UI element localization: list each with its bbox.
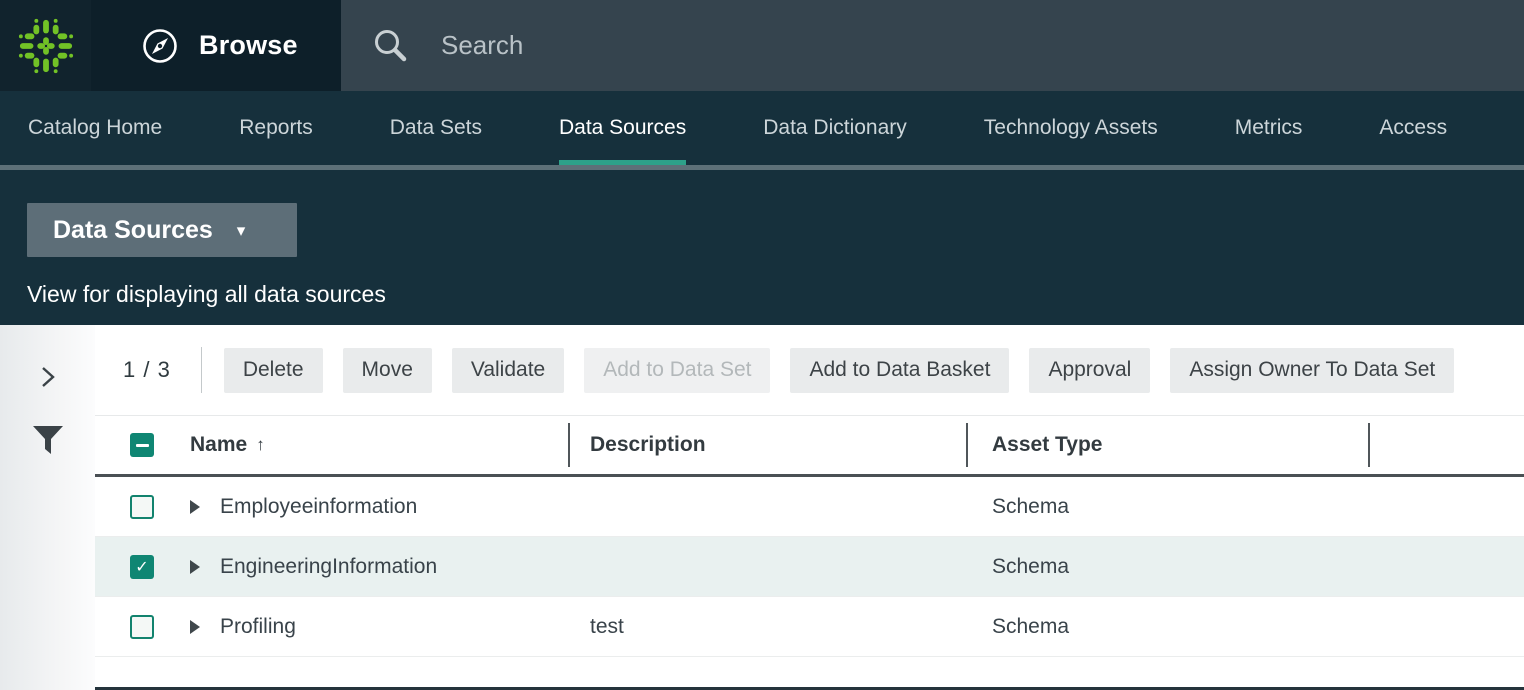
table-row[interactable]: ✓ EngineeringInformation Schema — [95, 537, 1524, 597]
column-header-extra — [1368, 416, 1524, 474]
row-asset-type: Schema — [966, 555, 1368, 579]
filter-funnel-icon — [31, 424, 65, 458]
row-checkbox[interactable] — [130, 495, 154, 519]
nav-tab-access[interactable]: Access — [1379, 91, 1447, 165]
sidebar-expand-button[interactable] — [28, 357, 68, 397]
table-row[interactable]: Employeeinformation Schema — [95, 477, 1524, 537]
erwin-logo-icon — [17, 17, 75, 75]
expand-caret-icon[interactable] — [190, 560, 200, 574]
add-to-data-basket-button[interactable]: Add to Data Basket — [790, 348, 1009, 393]
checkmark-icon: ✓ — [135, 557, 148, 577]
column-header-description[interactable]: Description — [590, 433, 706, 457]
move-button[interactable]: Move — [343, 348, 432, 393]
nav-tab-technology-assets[interactable]: Technology Assets — [984, 91, 1158, 165]
browse-label: Browse — [199, 30, 298, 61]
search-input[interactable] — [441, 30, 1041, 61]
global-search — [341, 0, 1524, 91]
view-selector-label: Data Sources — [53, 216, 213, 245]
pagination-indicator: 1 / 3 — [123, 357, 171, 383]
search-icon — [371, 26, 411, 66]
select-all-checkbox[interactable] — [130, 433, 154, 457]
catalog-nav: Catalog Home Reports Data Sets Data Sour… — [0, 91, 1524, 165]
view-description: View for displaying all data sources — [27, 281, 1524, 308]
filter-sidebar — [0, 325, 95, 690]
row-checkbox[interactable]: ✓ — [130, 555, 154, 579]
row-name-link[interactable]: Profiling — [220, 615, 296, 639]
row-checkbox[interactable] — [130, 615, 154, 639]
nav-tab-metrics[interactable]: Metrics — [1235, 91, 1303, 165]
column-header-asset-type[interactable]: Asset Type — [992, 433, 1103, 457]
chevron-right-icon — [35, 364, 61, 390]
toolbar-divider — [201, 347, 202, 393]
nav-tab-data-sets[interactable]: Data Sets — [390, 91, 482, 165]
row-name-link[interactable]: Employeeinformation — [220, 495, 417, 519]
table-header: Name ↑ Description Asset Type — [95, 415, 1524, 477]
delete-button[interactable]: Delete — [224, 348, 323, 393]
nav-tab-catalog-home[interactable]: Catalog Home — [28, 91, 162, 165]
data-sources-panel: 1 / 3 Delete Move Validate Add to Data S… — [95, 325, 1524, 690]
filter-button[interactable] — [28, 421, 68, 461]
table-row[interactable]: Profiling test Schema — [95, 597, 1524, 657]
assign-owner-to-data-set-button[interactable]: Assign Owner To Data Set — [1170, 348, 1454, 393]
row-description: test — [568, 615, 966, 639]
validate-button[interactable]: Validate — [452, 348, 564, 393]
app-logo-button[interactable] — [0, 0, 91, 91]
add-to-data-set-button: Add to Data Set — [584, 348, 770, 393]
sort-asc-icon: ↑ — [256, 435, 265, 455]
chevron-down-icon: ▾ — [237, 221, 246, 241]
view-header: Data Sources ▾ View for displaying all d… — [0, 170, 1524, 325]
nav-tab-data-dictionary[interactable]: Data Dictionary — [763, 91, 907, 165]
expand-caret-icon[interactable] — [190, 500, 200, 514]
actions-toolbar: 1 / 3 Delete Move Validate Add to Data S… — [95, 325, 1524, 415]
approval-button[interactable]: Approval — [1029, 348, 1150, 393]
expand-caret-icon[interactable] — [190, 620, 200, 634]
view-selector-dropdown[interactable]: Data Sources ▾ — [27, 203, 297, 257]
nav-tab-reports[interactable]: Reports — [239, 91, 313, 165]
indeterminate-mark-icon — [136, 444, 149, 447]
top-app-bar: Browse — [0, 0, 1524, 91]
nav-tab-data-sources[interactable]: Data Sources — [559, 91, 686, 165]
row-asset-type: Schema — [966, 615, 1368, 639]
compass-icon — [141, 27, 179, 65]
row-asset-type: Schema — [966, 495, 1368, 519]
column-header-name[interactable]: Name — [190, 433, 247, 457]
browse-menu-button[interactable]: Browse — [91, 0, 341, 91]
row-name-link[interactable]: EngineeringInformation — [220, 555, 437, 579]
content-area: 1 / 3 Delete Move Validate Add to Data S… — [0, 325, 1524, 690]
